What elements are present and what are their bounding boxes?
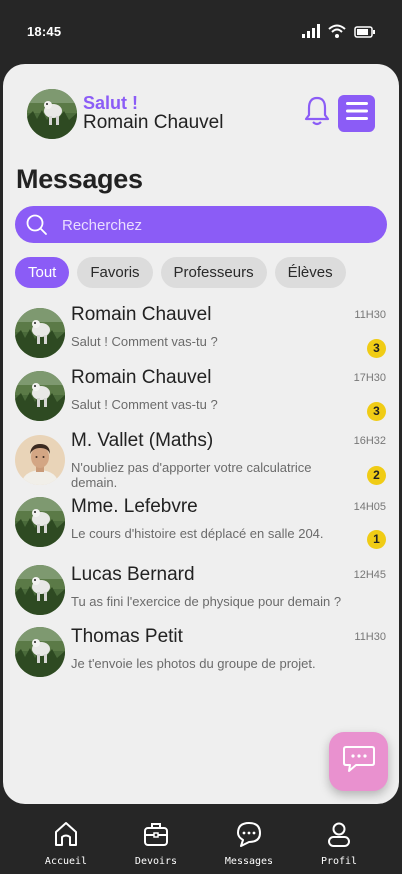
status-bar: 18:45 bbox=[0, 0, 402, 62]
conversation-name: M. Vallet (Maths) bbox=[71, 430, 214, 451]
search-icon bbox=[26, 214, 48, 241]
conversation-name: Romain Chauvel bbox=[71, 367, 212, 388]
conversation-item[interactable]: Romain Chauvel 17H30 Salut ! Comment vas… bbox=[3, 367, 399, 427]
user-icon bbox=[299, 818, 379, 850]
avatar bbox=[15, 435, 65, 485]
search-bar[interactable] bbox=[15, 206, 387, 245]
conversation-time: 11H30 bbox=[354, 309, 386, 321]
nav-item-profil[interactable]: Profil bbox=[299, 818, 379, 867]
nav-item-messages[interactable]: Messages bbox=[209, 818, 289, 867]
main-card: Salut ! Romain Chauvel Messages Tout Fav… bbox=[3, 64, 399, 804]
conversation-item[interactable]: Thomas Petit 11H30 Je t'envoie les photo… bbox=[3, 626, 399, 686]
nav-item-devoirs[interactable]: Devoirs bbox=[116, 818, 196, 867]
conversation-time: 11H30 bbox=[354, 631, 386, 643]
avatar bbox=[15, 627, 65, 677]
battery-icon bbox=[354, 25, 376, 43]
avatar bbox=[15, 371, 65, 421]
unread-badge: 3 bbox=[367, 339, 386, 358]
filter-chips: Tout Favoris Professeurs Élèves bbox=[15, 257, 346, 288]
unread-badge: 1 bbox=[367, 530, 386, 549]
filter-chip-favoris[interactable]: Favoris bbox=[77, 257, 153, 288]
conversation-item[interactable]: Lucas Bernard 12H45 Tu as fini l'exercic… bbox=[3, 564, 399, 624]
wifi-icon bbox=[328, 24, 346, 43]
conversation-name: Thomas Petit bbox=[71, 626, 183, 647]
home-icon bbox=[26, 818, 106, 850]
conversation-item[interactable]: Romain Chauvel 11H30 Salut ! Comment vas… bbox=[3, 304, 399, 364]
nav-item-accueil[interactable]: Accueil bbox=[26, 818, 106, 867]
conversation-time: 16H32 bbox=[353, 435, 386, 447]
conversation-preview: Tu as fini l'exercice de physique pour d… bbox=[71, 594, 342, 609]
conversation-preview: Salut ! Comment vas-tu ? bbox=[71, 397, 218, 412]
signal-icon bbox=[302, 24, 320, 43]
filter-chip-professeurs[interactable]: Professeurs bbox=[160, 257, 267, 288]
notifications-button[interactable] bbox=[301, 96, 333, 130]
conversation-name: Lucas Bernard bbox=[71, 564, 195, 585]
avatar bbox=[15, 565, 65, 615]
greeting: Salut ! bbox=[83, 93, 139, 113]
bottom-nav: Accueil Devoirs Messages Profil bbox=[0, 804, 402, 874]
menu-button[interactable] bbox=[338, 95, 375, 132]
conversation-preview: N'oubliez pas d'apporter votre calculatr… bbox=[71, 460, 312, 490]
status-icons bbox=[302, 24, 376, 43]
bell-icon bbox=[303, 95, 331, 132]
conversation-item[interactable]: Mme. Lefebvre 14H05 Le cours d'histoire … bbox=[3, 496, 399, 556]
conversation-time: 17H30 bbox=[353, 372, 386, 384]
conversation-preview: Le cours d'histoire est déplacé en salle… bbox=[71, 526, 324, 541]
avatar bbox=[15, 308, 65, 358]
chat-icon bbox=[209, 818, 289, 850]
conversation-name: Romain Chauvel bbox=[71, 304, 212, 325]
header-avatar[interactable] bbox=[27, 89, 77, 139]
nav-label: Messages bbox=[224, 856, 274, 867]
status-time: 18:45 bbox=[27, 24, 62, 39]
unread-badge: 3 bbox=[367, 402, 386, 421]
new-message-button[interactable] bbox=[329, 732, 388, 791]
user-name: Romain Chauvel bbox=[83, 112, 224, 133]
conversation-preview: Je t'envoie les photos du groupe de proj… bbox=[71, 656, 316, 671]
unread-badge: 2 bbox=[367, 466, 386, 485]
filter-chip-tout[interactable]: Tout bbox=[15, 257, 70, 288]
avatar bbox=[15, 497, 65, 547]
search-input[interactable] bbox=[60, 206, 364, 245]
conversation-name: Mme. Lefebvre bbox=[71, 496, 198, 517]
page-title: Messages bbox=[16, 164, 143, 194]
briefcase-icon bbox=[116, 818, 196, 850]
nav-label: Devoirs bbox=[134, 856, 178, 867]
conversation-preview: Salut ! Comment vas-tu ? bbox=[71, 334, 218, 349]
conversation-time: 14H05 bbox=[353, 501, 386, 513]
nav-label: Profil bbox=[320, 856, 358, 867]
nav-label: Accueil bbox=[44, 856, 88, 867]
filter-chip-eleves[interactable]: Élèves bbox=[274, 257, 346, 288]
conversation-item[interactable]: M. Vallet (Maths) 16H32 N'oubliez pas d'… bbox=[3, 430, 399, 492]
conversation-time: 12H45 bbox=[353, 569, 386, 581]
hamburger-icon bbox=[345, 102, 368, 125]
chat-bubble-icon bbox=[342, 743, 376, 780]
